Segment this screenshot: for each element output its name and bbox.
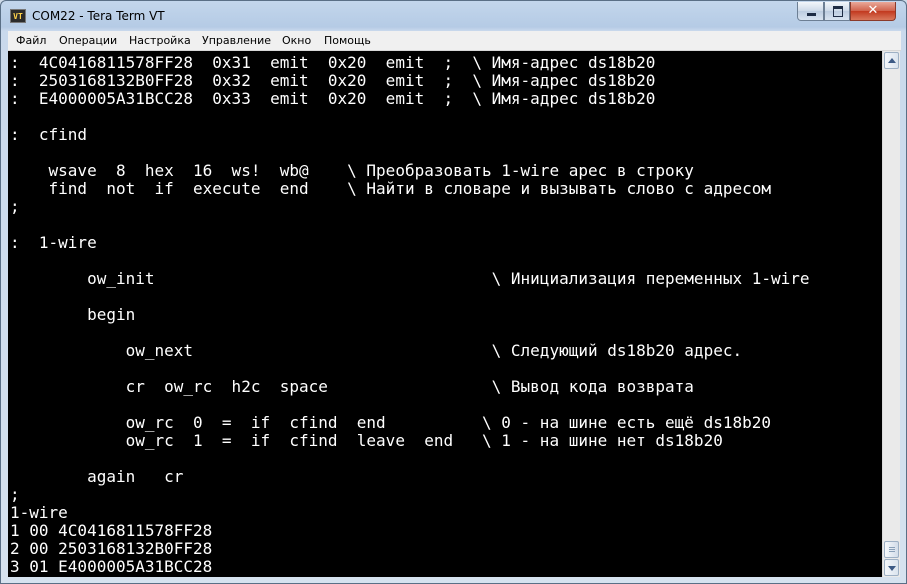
terminal-line: 1 00 4C0416811578FF28 bbox=[10, 521, 213, 540]
terminal-line: again cr bbox=[10, 467, 184, 486]
scrollbar-thumb[interactable] bbox=[884, 541, 899, 558]
terminal-line: ow_rc 1 = if cfind leave end \ 1 - на ши… bbox=[10, 431, 723, 450]
scroll-down-button[interactable] bbox=[884, 559, 899, 576]
menu-operations[interactable]: Операции bbox=[59, 34, 117, 47]
grip-line bbox=[889, 549, 895, 550]
terminal-line: ow_rc 0 = if cfind end \ 0 - на шине ест… bbox=[10, 413, 771, 432]
terminal-screen[interactable]: : 4C0416811578FF28 0x31 emit 0x20 emit ;… bbox=[8, 51, 882, 577]
tera-term-window: VT COM22 - Tera Term VT ✕ Файл Операции … bbox=[0, 0, 907, 584]
terminal-line: ow_init \ Инициализация переменных 1-wir… bbox=[10, 269, 810, 288]
maximize-button[interactable] bbox=[824, 2, 850, 21]
tera-term-app-icon[interactable]: VT bbox=[10, 9, 26, 23]
window-title: COM22 - Tera Term VT bbox=[32, 9, 165, 23]
menu-bar: Файл Операции Настройка Управление Окно … bbox=[8, 31, 901, 51]
close-icon: ✕ bbox=[867, 3, 879, 18]
terminal-line: : 1-wire bbox=[10, 233, 97, 252]
grip-line bbox=[889, 547, 895, 548]
arrow-up-icon bbox=[888, 58, 896, 63]
grip-line bbox=[889, 551, 895, 552]
terminal-line: : 2503168132B0FF28 0x32 emit 0x20 emit ;… bbox=[10, 71, 656, 90]
terminal-line: : 4C0416811578FF28 0x31 emit 0x20 emit ;… bbox=[10, 53, 656, 72]
menu-file[interactable]: Файл bbox=[16, 34, 46, 47]
terminal-line: find not if execute end \ Найти в словар… bbox=[10, 179, 771, 198]
title-bar[interactable]: VT COM22 - Tera Term VT ✕ bbox=[1, 1, 906, 31]
terminal-line: ow_next \ Следующий ds18b20 адрес. bbox=[10, 341, 743, 360]
terminal-line: : E4000005A31BCC28 0x33 emit 0x20 emit ;… bbox=[10, 89, 656, 108]
terminal-line: begin bbox=[10, 305, 136, 324]
terminal-line: wsave 8 hex 16 ws! wb@ \ Преобразовать 1… bbox=[10, 161, 694, 180]
terminal-line: : cfind bbox=[10, 125, 88, 144]
menu-window[interactable]: Окно bbox=[282, 34, 311, 47]
terminal-line: 2 00 2503168132B0FF28 bbox=[10, 539, 213, 558]
terminal-line: 3 01 E4000005A31BCC28 bbox=[10, 557, 213, 576]
terminal-line: ; bbox=[10, 197, 20, 216]
minimize-icon bbox=[807, 13, 816, 16]
terminal-line: 1-wire bbox=[10, 503, 68, 522]
close-button[interactable]: ✕ bbox=[850, 2, 896, 21]
menu-control[interactable]: Управление bbox=[202, 34, 271, 47]
terminal-line: ; bbox=[10, 485, 20, 504]
arrow-down-icon bbox=[888, 566, 896, 571]
maximize-icon bbox=[833, 6, 843, 17]
minimize-button[interactable] bbox=[797, 2, 824, 21]
terminal-line: cr ow_rc h2c space \ Вывод кода возврата bbox=[10, 377, 694, 396]
scroll-up-button[interactable] bbox=[884, 52, 899, 69]
menu-help[interactable]: Помощь bbox=[324, 34, 371, 47]
vertical-scrollbar[interactable] bbox=[882, 51, 900, 577]
menu-settings[interactable]: Настройка bbox=[129, 34, 191, 47]
